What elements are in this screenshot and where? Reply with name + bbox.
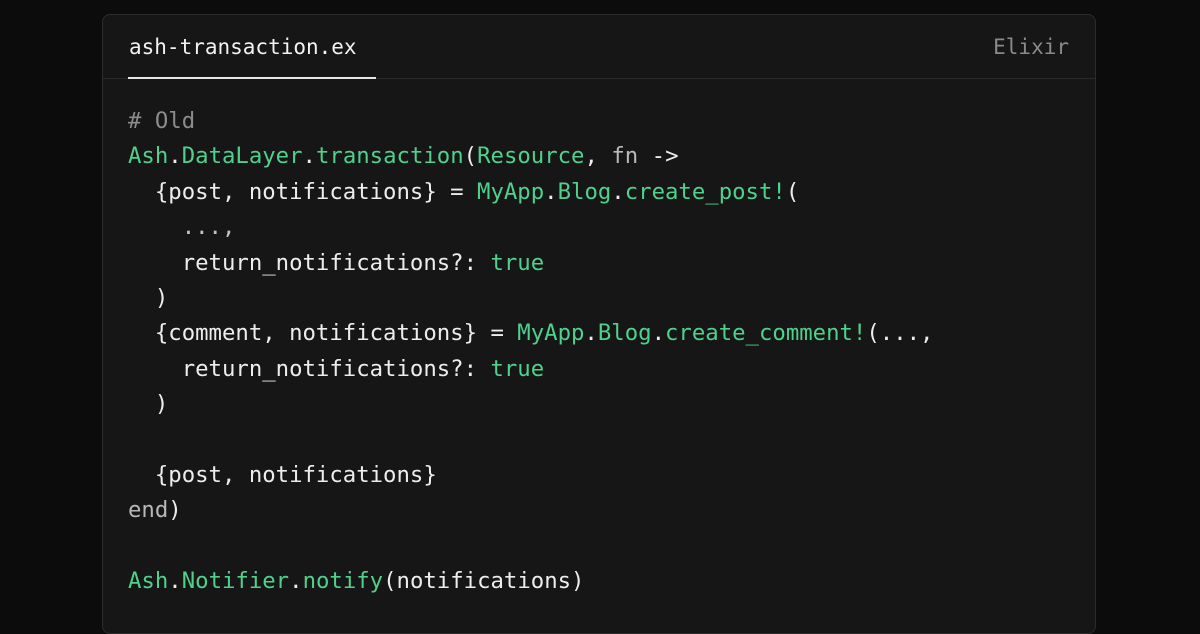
code-line: {post, notifications} [128, 458, 1075, 493]
code-token: . [168, 568, 182, 595]
code-token: {post, notifications} = [128, 178, 478, 205]
code-token: . [302, 143, 316, 170]
code-token: . [584, 320, 598, 347]
code-token: DataLayer [181, 143, 303, 170]
code-token: , [584, 143, 612, 170]
file-tab-ash-transaction[interactable]: ash-transaction.ex [128, 15, 376, 79]
code-line: return_notifications?: true [128, 246, 1075, 281]
code-token: return_notifications?: [128, 355, 491, 382]
code-token: ( [785, 178, 800, 205]
code-token: Notifier [181, 568, 290, 595]
code-line: ) [128, 387, 1075, 422]
code-token: . [544, 178, 558, 205]
code-token: true [490, 249, 545, 276]
code-line: Ash.DataLayer.transaction(Resource, fn -… [128, 139, 1075, 174]
code-editor[interactable]: # Old Ash.DataLayer.transaction(Resource,… [128, 104, 1075, 599]
code-token: (..., [866, 320, 934, 347]
code-token: return_notifications?: [128, 249, 491, 276]
code-token: true [490, 355, 545, 382]
code-line: ..., [128, 210, 1075, 245]
code-token: . [651, 320, 665, 347]
code-token: . [611, 178, 625, 205]
code-token: create_post! [624, 178, 786, 205]
code-token: Resource [477, 143, 585, 170]
tab-bar: ash-transaction.ex Elixir [103, 15, 1095, 79]
code-line: end) [128, 493, 1075, 528]
code-token: . [289, 568, 303, 595]
code-token: # Old [128, 108, 196, 134]
code-token: Ash [128, 143, 169, 170]
code-window: ash-transaction.ex Elixir # Old Ash.DataL… [102, 14, 1096, 634]
code-line: {comment, notifications} = MyApp.Blog.cr… [128, 316, 1075, 351]
code-line: Ash.Notifier.notify(notifications) [128, 564, 1075, 599]
code-token: ) [128, 391, 169, 418]
code-token: Ash [128, 568, 169, 595]
code-token: MyApp [517, 320, 585, 347]
code-token: . [168, 143, 182, 170]
code-line: # Old [128, 104, 1075, 139]
code-token: end [128, 497, 169, 524]
code-token: Blog [557, 178, 612, 205]
code-token: -> [638, 143, 679, 170]
code-line: return_notifications?: true [128, 352, 1075, 387]
code-line: ) [128, 281, 1075, 316]
code-token: {post, notifications} [128, 461, 437, 488]
code-token: ) [168, 497, 182, 524]
code-token: ) [128, 284, 169, 311]
code-token: create_comment! [665, 320, 867, 347]
language-label: Elixir [993, 35, 1069, 59]
code-line: {post, notifications} = MyApp.Blog.creat… [128, 175, 1075, 210]
code-token: ( [463, 143, 478, 170]
code-token: (notifications) [383, 568, 585, 595]
code-token: transaction [315, 143, 464, 170]
code-token: MyApp [477, 178, 545, 205]
code-token: Blog [597, 320, 652, 347]
code-token: {comment, notifications} = [128, 320, 518, 347]
code-token: notify [302, 568, 384, 595]
code-token: fn [611, 143, 639, 170]
code-token: ..., [128, 214, 236, 241]
file-tab-label: ash-transaction.ex [129, 35, 357, 59]
